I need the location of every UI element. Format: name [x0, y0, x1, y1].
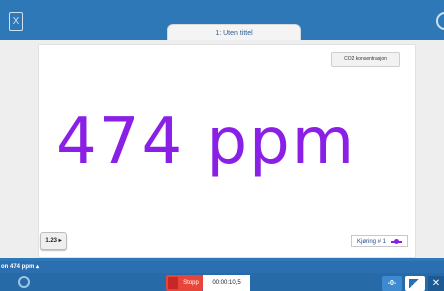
tab-label: 1: Uten tittel [215, 30, 253, 37]
zero-button[interactable]: -0- [382, 276, 402, 291]
status-strip [0, 261, 444, 273]
stop-square-icon [168, 277, 178, 289]
sensor-label: CO2 konsentrasjon [344, 56, 387, 62]
stop-label: Stopp [183, 280, 199, 286]
stop-button[interactable]: Stopp [166, 275, 203, 291]
elapsed-timer: 00:00:10,5 [203, 275, 250, 291]
sensor-select-button[interactable]: CO2 konsentrasjon [331, 52, 400, 67]
decimals-button[interactable]: 1.23 ▸ [40, 232, 67, 250]
gear-icon[interactable] [436, 12, 444, 30]
map-export-icon[interactable] [405, 276, 425, 291]
readout-label[interactable]: on 474 ppm ▴ [1, 262, 39, 272]
run-legend-label: Kjøring # 1 [357, 239, 387, 245]
decimals-label: 1.23 ▸ [45, 238, 62, 244]
document-icon[interactable]: X [9, 12, 23, 31]
meter-reading: 474 ppm [56, 105, 357, 179]
run-dot-icon [394, 239, 399, 244]
close-icon[interactable]: ✕ [428, 276, 444, 291]
power-icon[interactable] [18, 276, 30, 288]
run-legend[interactable]: Kjøring # 1 [351, 235, 408, 247]
